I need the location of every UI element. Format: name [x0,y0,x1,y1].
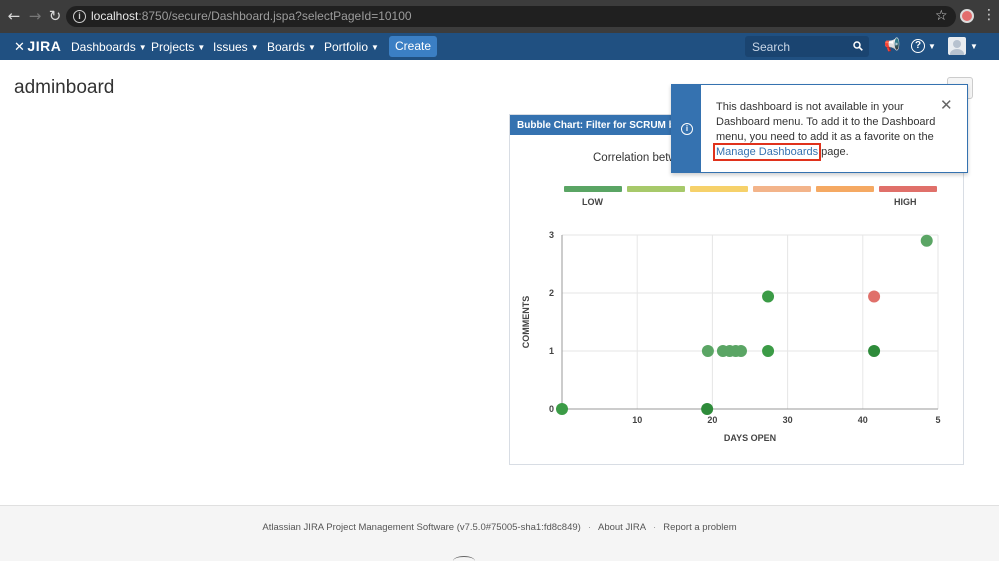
logo-text: JIRA [27,38,62,54]
bubble-point [734,345,747,357]
back-arrow-icon[interactable]: ← [6,8,22,24]
site-info-icon[interactable]: i [73,10,86,23]
about-jira-link[interactable]: About JIRA [598,522,646,533]
chevron-down-icon: ▼ [308,43,316,52]
create-button[interactable]: Create [389,36,437,57]
info-icon: i [681,123,693,135]
y-axis-label: COMMENTS [521,296,531,349]
popup-message: This dashboard is not available in your … [712,100,936,161]
close-icon[interactable]: ✕ [940,98,953,113]
x-axis-label: DAYS OPEN [724,433,776,443]
footer-links: Atlassian JIRA Project Management Softwa… [0,522,999,533]
bubble-chart: 10 20 30 40 50123DAYS OPENCOMMENTS [521,230,941,443]
bubble-point [868,290,881,303]
url-host: localhost [91,9,139,23]
legend-low-label: LOW [582,197,603,207]
page-title: adminboard [14,77,115,98]
manage-dashboards-link[interactable]: Manage Dashboards [712,143,822,161]
bubble-point [701,403,714,415]
x-tick-label: 10 [632,415,642,425]
bubble-point [762,290,775,303]
chevron-down-icon[interactable]: ▼ [970,42,978,51]
nav-portfolio[interactable]: Portfolio ▼ [324,40,379,54]
chevron-down-icon[interactable]: ▼ [928,42,936,51]
report-problem-link[interactable]: Report a problem [663,522,736,533]
address-bar[interactable]: i localhost:8750/secure/Dashboard.jspa?s… [66,6,956,27]
atlassian-logo-icon [453,556,475,561]
footer-separator: · [587,522,591,533]
extension-icon[interactable] [960,9,974,23]
chevron-down-icon: ▼ [250,43,259,52]
nav-boards[interactable]: Boards ▼ [267,40,316,54]
nav-projects[interactable]: Projects ▼ [151,40,205,54]
megaphone-icon[interactable]: 📢 [884,38,900,53]
footer-product: Atlassian JIRA Project Management Softwa… [262,522,581,533]
y-tick-label: 2 [549,288,554,298]
x-tick-label: 30 [783,415,793,425]
legend-color-bar [816,186,874,192]
nav-label: Portfolio [324,40,369,54]
forward-arrow-icon[interactable]: → [27,8,43,24]
bubble-point [920,234,933,247]
y-tick-label: 1 [549,346,554,356]
search-placeholder: Search [752,40,791,54]
bubble-point [556,403,568,415]
nav-label: Projects [151,40,195,54]
jira-header: ✕ JIRA Dashboards ▼ Projects ▼ Issues ▼ Boar… [0,33,999,60]
y-tick-label: 3 [549,230,554,240]
browser-menu-icon[interactable]: ⋮ [982,7,996,23]
reload-icon[interactable]: ↻ [47,8,63,24]
jira-logo[interactable]: ✕ JIRA [14,38,61,55]
nav-issues[interactable]: Issues ▼ [213,40,259,54]
y-tick-label: 0 [549,404,554,414]
legend-high-label: HIGH [894,197,917,207]
search-input[interactable]: Search [745,36,869,57]
x-tick-label: 5 [935,415,940,425]
legend-color-bar [690,186,748,192]
x-tick-label: 20 [707,415,717,425]
legend-color-bar [753,186,811,192]
legend-color-bar [627,186,685,192]
popup-accent-bar: i [672,85,701,172]
nav-label: Boards [267,40,306,54]
bubble-point [762,345,775,357]
chevron-down-icon: ▼ [138,43,147,52]
avatar[interactable] [948,37,966,55]
nav-label: Dashboards [71,40,136,54]
x-tick-label: 40 [858,415,868,425]
bubble-point [868,345,881,357]
gadget-subtitle: Correlation betwe [593,152,684,164]
nav-dashboards[interactable]: Dashboards ▼ [71,40,147,54]
legend-color-bar [564,186,622,192]
chevron-down-icon: ▼ [197,43,206,52]
popup-text-before: This dashboard is not available in your … [716,101,936,143]
nav-label: Issues [213,40,248,54]
legend-color-bar [879,186,937,192]
bookmark-star-icon[interactable]: ☆ [935,8,948,24]
url-text[interactable]: localhost:8750/secure/Dashboard.jspa?sel… [91,9,412,23]
popup-text-after: page. [818,146,849,158]
jira-logo-icon: ✕ [14,40,26,55]
chevron-down-icon: ▼ [371,43,379,52]
url-path: :8750/secure/Dashboard.jspa?selectPageId… [138,9,412,23]
dashboard-unavailable-popup: i This dashboard is not available in you… [671,84,968,173]
footer-separator: · [653,522,657,533]
help-icon[interactable]: ? [911,39,925,53]
search-icon[interactable] [853,41,863,51]
bubble-point [701,345,714,357]
browser-toolbar: ← → ↻ i localhost:8750/secure/Dashboard.… [0,0,999,33]
footer: Atlassian JIRA Project Management Softwa… [0,505,999,561]
